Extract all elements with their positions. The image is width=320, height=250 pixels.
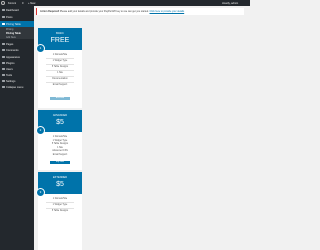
plan-feature: Email Support xyxy=(52,84,68,86)
wordpress-logo-icon[interactable] xyxy=(1,0,5,5)
notice-bold: Action Required! xyxy=(40,10,60,13)
comments-count[interactable]: 0 xyxy=(22,2,23,5)
settings-icon xyxy=(2,79,5,83)
page-icon xyxy=(2,42,5,46)
plan-feature: 1 Domain/Site xyxy=(52,136,68,138)
notice-body: Please add your details and provide your… xyxy=(59,10,150,13)
dashboard-icon xyxy=(2,8,5,12)
plan-name: ADVANCED xyxy=(52,113,68,117)
action-required-notice: Action Required! Please add your details… xyxy=(36,8,244,15)
plan-price: FREE xyxy=(50,37,70,44)
table-icon xyxy=(2,22,5,26)
site-name-link[interactable]: Kommi xyxy=(8,2,16,5)
plan-feature: Documentation xyxy=(52,78,68,80)
wrench-icon xyxy=(2,73,5,77)
sidebar-item-collapse[interactable]: Collapse menu xyxy=(0,84,34,90)
plan-feature: 5 Table Designs xyxy=(51,66,69,68)
plan-feature: 1 Widget Type xyxy=(52,204,68,206)
new-content-link[interactable]: + New xyxy=(28,2,35,5)
plan-name: EXTENDED xyxy=(52,175,68,179)
sidebar-item-posts[interactable]: Posts xyxy=(0,14,34,20)
pin-icon xyxy=(2,15,5,19)
plugin-icon xyxy=(2,61,5,65)
activated-button[interactable]: Activated xyxy=(50,97,70,101)
plan-number-badge: 3 xyxy=(36,188,45,197)
pricing-card-extended: EXTENDED $5 3 1 Domain/Site 1 Widget Typ… xyxy=(36,172,82,250)
sidebar-item-label: Comments xyxy=(6,48,19,52)
plan-feature: 1 Site xyxy=(57,72,63,74)
user-greeting[interactable]: Howdy, admin xyxy=(222,2,238,5)
user-icon xyxy=(2,67,5,71)
sidebar-item-label: Tools xyxy=(6,73,13,77)
plan-feature: 1 Site xyxy=(57,146,63,149)
plan-name: BASIC xyxy=(56,31,64,35)
plan-price: $5 xyxy=(56,181,64,188)
sidebar-item-label: Plugins xyxy=(6,61,15,65)
plan-feature: 1 Domain/Site xyxy=(52,54,68,56)
sidebar-item-label: Dashboard xyxy=(6,8,19,12)
plan-price: $5 xyxy=(56,119,64,126)
pricing-card-basic: BASIC FREE 1 1 Domain/Site 1 Widget Type… xyxy=(36,28,82,108)
buy-now-button[interactable]: Buy Now xyxy=(50,161,70,165)
plan-feature: Email Support xyxy=(52,153,68,156)
plan-number-badge: 1 xyxy=(36,44,45,53)
plan-feature: Advanced CSS xyxy=(52,150,68,152)
admin-bar: Kommi 0 + New Howdy, admin xyxy=(0,0,250,6)
plan-feature: 1 Widget Type xyxy=(52,60,68,62)
sidebar-item-label: Settings xyxy=(6,79,16,83)
sidebar-item-label: Posts xyxy=(6,15,13,19)
submenu-item-pricing[interactable]: Pricing xyxy=(6,28,13,31)
comment-icon xyxy=(2,48,5,52)
plan-feature: 5 Table Designs xyxy=(51,143,69,145)
sidebar-item-label: Pages xyxy=(6,42,14,46)
sidebar-item-dashboard[interactable]: Dashboard xyxy=(0,7,34,13)
admin-sidebar: Dashboard Posts Pricing Table Pricing Pr… xyxy=(0,6,34,250)
notice-text: Action Required! Please add your details… xyxy=(40,10,184,13)
plan-feature: 5 Table Designs xyxy=(51,210,69,212)
plan-feature: 1 Domain/Site xyxy=(52,198,68,200)
pricing-card-advanced: ADVANCED $5 2 1 Domain/Site 1 Widget Typ… xyxy=(36,110,82,170)
sidebar-item-label: Appearance xyxy=(6,55,20,59)
submenu-item-add-new[interactable]: Add New xyxy=(6,36,16,39)
plan-number-badge: 2 xyxy=(36,126,45,135)
plan-feature: 1 Widget Type xyxy=(52,139,68,142)
sidebar-item-label: Pricing Table xyxy=(6,22,21,26)
sidebar-item-comments[interactable]: Comments xyxy=(0,47,34,53)
notice-link[interactable]: Click here to provide your details xyxy=(150,10,185,13)
brush-icon xyxy=(2,55,5,59)
sidebar-item-label: Collapse menu xyxy=(6,85,24,89)
collapse-icon xyxy=(2,85,5,89)
pricing-table-submenu: Pricing Pricing Table Add New xyxy=(0,27,34,39)
sidebar-item-label: Users xyxy=(6,67,13,71)
submenu-item-pricing-table[interactable]: Pricing Table xyxy=(6,32,21,35)
